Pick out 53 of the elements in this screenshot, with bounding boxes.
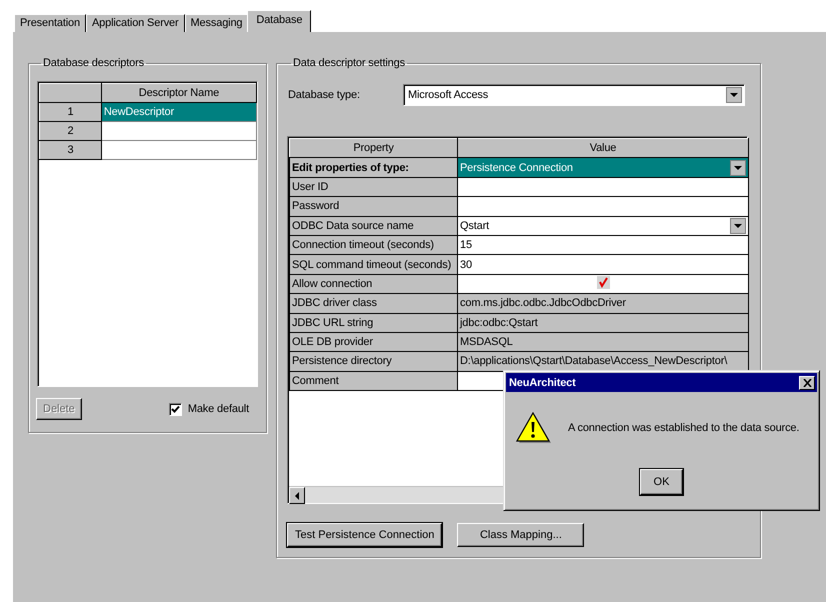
table-cell[interactable]: Qstart <box>458 216 748 236</box>
table-cell: Comment <box>290 371 458 391</box>
dialog-message: A connection was established to the data source. <box>568 422 800 434</box>
table-cell[interactable]: 30 <box>458 254 748 274</box>
table-cell: ODBC Data source name <box>290 216 458 236</box>
table-cell[interactable] <box>101 122 256 140</box>
table-cell: OLE DB provider <box>290 332 458 352</box>
table-cell[interactable]: jdbc:odbc:Qstart <box>458 313 748 332</box>
database-type-dropdown[interactable]: Microsoft Access <box>403 84 745 106</box>
table-cell: JDBC URL string <box>290 313 458 332</box>
test-connection-button[interactable]: Test Persistence Connection <box>287 523 442 547</box>
table-cell: Allow connection <box>290 274 458 294</box>
tab[interactable]: Database <box>247 10 312 32</box>
descriptor-grid[interactable]: Descriptor Name 1 NewDescriptor 2 3 <box>37 81 258 387</box>
table-cell[interactable]: D:\applications\Qstart\Database\Access_NewDescriptor\ <box>458 352 748 372</box>
table-cell: User ID <box>290 177 458 197</box>
warning-icon <box>516 412 552 444</box>
group-title: Data descriptor settings <box>292 57 406 69</box>
table-cell: Edit properties of type: <box>290 158 458 178</box>
tab[interactable]: Application Server <box>86 14 185 32</box>
dialog-title: NeuArchitect <box>509 376 576 388</box>
tab[interactable]: Presentation <box>14 14 86 32</box>
field-label: Database type: <box>287 89 361 101</box>
table-cell[interactable]: NewDescriptor <box>101 102 256 122</box>
column-header[interactable]: Descriptor Name <box>101 84 256 102</box>
checkbox-label: Make default <box>188 403 249 415</box>
table-cell[interactable]: Persistence Connection <box>458 158 748 178</box>
table-cell[interactable] <box>101 140 256 160</box>
table-cell[interactable]: MSDASQL <box>458 332 748 352</box>
table-cell[interactable]: com.ms.jdbc.odbc.JdbcOdbcDriver <box>458 294 748 314</box>
class-mapping-button[interactable]: Class Mapping... <box>457 523 584 547</box>
row-header[interactable]: 2 <box>40 122 102 140</box>
grid-corner <box>40 84 102 102</box>
table-cell[interactable]: 15 <box>458 235 748 255</box>
checkbox[interactable] <box>596 276 610 292</box>
column-header[interactable]: Property <box>290 138 458 158</box>
tab[interactable]: Messaging <box>184 14 248 32</box>
table-cell: Persistence directory <box>290 352 458 372</box>
row-header[interactable]: 1 <box>40 102 102 122</box>
group-title: Database descriptors <box>42 57 145 69</box>
ok-button[interactable]: OK <box>640 469 683 495</box>
scroll-left-icon[interactable] <box>289 487 305 504</box>
table-cell[interactable] <box>458 177 748 197</box>
table-cell: Connection timeout (seconds) <box>290 235 458 255</box>
table-cell: Password <box>290 196 458 216</box>
table-cell[interactable] <box>458 274 748 294</box>
close-icon[interactable] <box>799 376 815 390</box>
table-cell: SQL command timeout (seconds) <box>290 254 458 274</box>
table-cell[interactable] <box>458 196 748 216</box>
table-cell: JDBC driver class <box>290 294 458 314</box>
checkbox[interactable] <box>168 402 182 416</box>
row-header[interactable]: 3 <box>40 140 102 160</box>
column-header[interactable]: Value <box>458 138 748 158</box>
